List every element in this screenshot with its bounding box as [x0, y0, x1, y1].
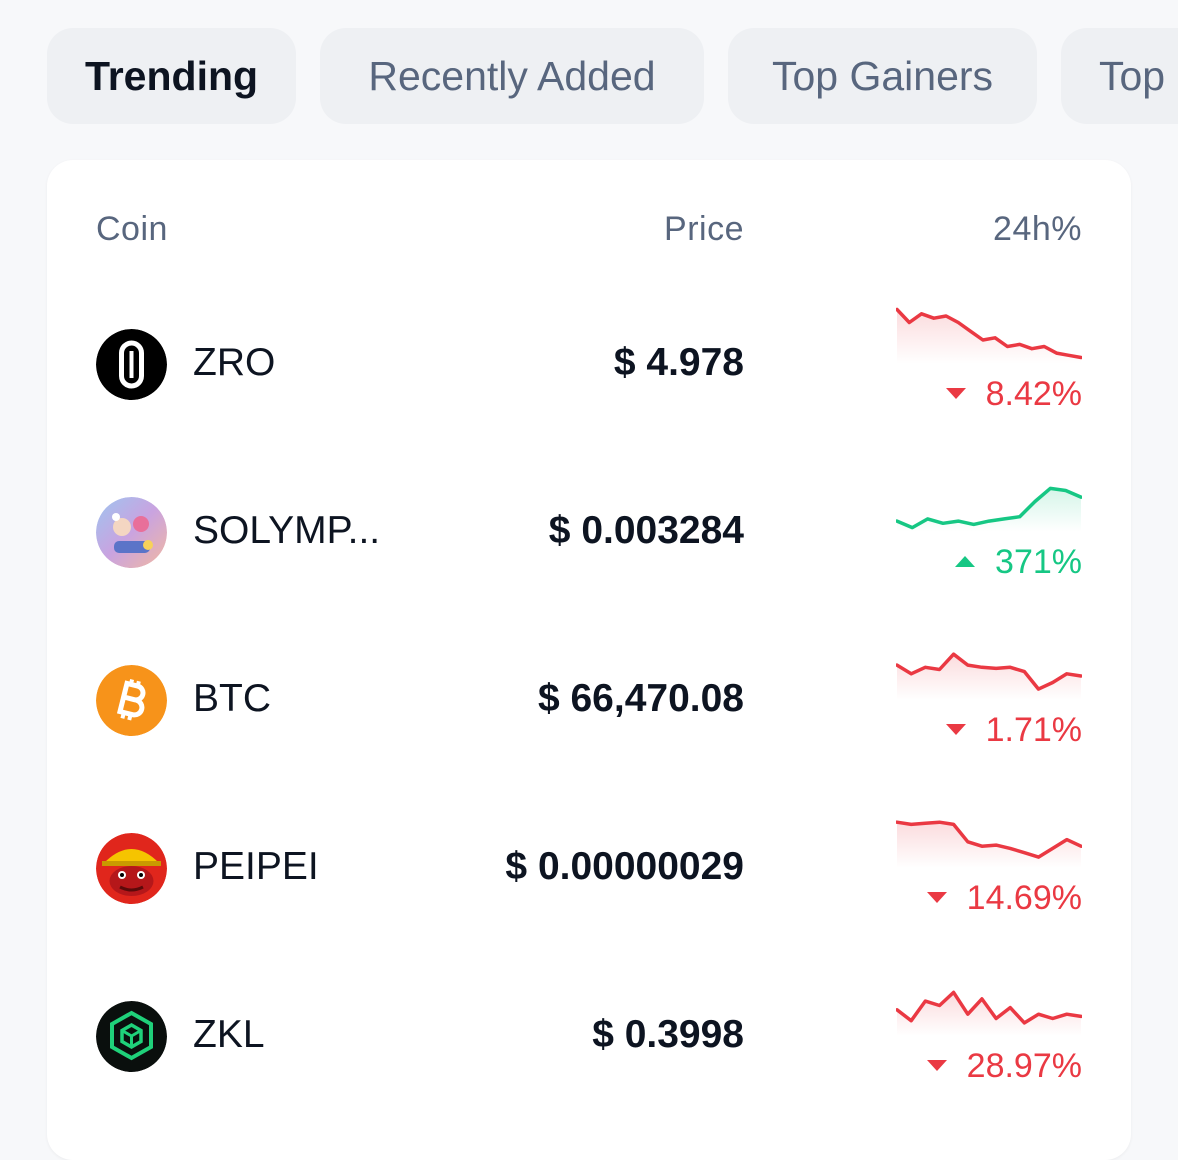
tab-recently-added[interactable]: Recently Added — [320, 28, 704, 124]
category-tabs: Trending Recently Added Top Gainers Top — [47, 28, 1178, 124]
table-row[interactable]: BTC $ 66,470.08 1.71% — [47, 616, 1131, 784]
peipei-frog-icon — [96, 833, 167, 904]
sparkline-chart — [896, 990, 1082, 1036]
triangle-down-icon — [926, 1059, 947, 1071]
tab-trending[interactable]: Trending — [47, 28, 296, 124]
table-row[interactable]: SOLYMP... $ 0.003284 371% — [47, 448, 1131, 616]
zklink-logo-icon — [96, 1001, 167, 1072]
change-badge: 1.71% — [945, 711, 1082, 750]
coin-price: $ 0.003284 — [548, 509, 744, 552]
bitcoin-icon — [96, 665, 167, 736]
header-change: 24h% — [993, 210, 1082, 248]
table-row[interactable]: ZRO $ 4.978 8.42% — [47, 280, 1131, 448]
sparkline-area — [897, 309, 1081, 364]
coin-price: $ 0.3998 — [592, 1013, 744, 1056]
coin-price: $ 66,470.08 — [537, 677, 744, 720]
tab-top-gainers[interactable]: Top Gainers — [728, 28, 1037, 124]
triangle-up-icon — [955, 555, 976, 567]
change-badge: 371% — [955, 543, 1082, 582]
change-badge: 14.69% — [926, 879, 1082, 918]
sparkline-chart — [896, 820, 1082, 868]
coin-symbol: ZKL — [193, 1013, 265, 1056]
header-coin: Coin — [96, 210, 168, 248]
sparkline-area — [897, 488, 1081, 532]
coin-symbol: PEIPEI — [193, 845, 319, 888]
triangle-down-icon — [945, 723, 966, 735]
header-price: Price — [664, 210, 744, 248]
coin-symbol: SOLYMP... — [193, 509, 381, 552]
coin-price: $ 0.00000029 — [505, 845, 744, 888]
coin-symbol: ZRO — [193, 341, 276, 384]
change-value: 28.97% — [966, 1047, 1082, 1085]
coin-symbol: BTC — [193, 677, 271, 720]
layerzero-logo-icon — [96, 329, 167, 400]
sparkline-chart — [896, 486, 1082, 532]
change-value: 14.69% — [966, 879, 1082, 917]
sparkline-area — [897, 992, 1081, 1036]
tab-top[interactable]: Top — [1061, 28, 1178, 124]
table-row[interactable]: ZKL $ 0.3998 28.97% — [47, 952, 1131, 1120]
change-value: 371% — [995, 543, 1082, 581]
sparkline-area — [897, 654, 1081, 700]
change-badge: 8.42% — [945, 375, 1082, 414]
change-value: 1.71% — [985, 711, 1082, 749]
triangle-down-icon — [945, 387, 966, 399]
sparkline-chart — [896, 307, 1082, 364]
triangle-down-icon — [926, 891, 947, 903]
change-badge: 28.97% — [926, 1047, 1082, 1086]
sparkline-chart — [896, 652, 1082, 700]
solymp-avatar-icon — [96, 497, 167, 568]
change-value: 8.42% — [985, 375, 1082, 413]
table-row[interactable]: PEIPEI $ 0.00000029 14.69% — [47, 784, 1131, 952]
coin-price: $ 4.978 — [613, 341, 744, 384]
